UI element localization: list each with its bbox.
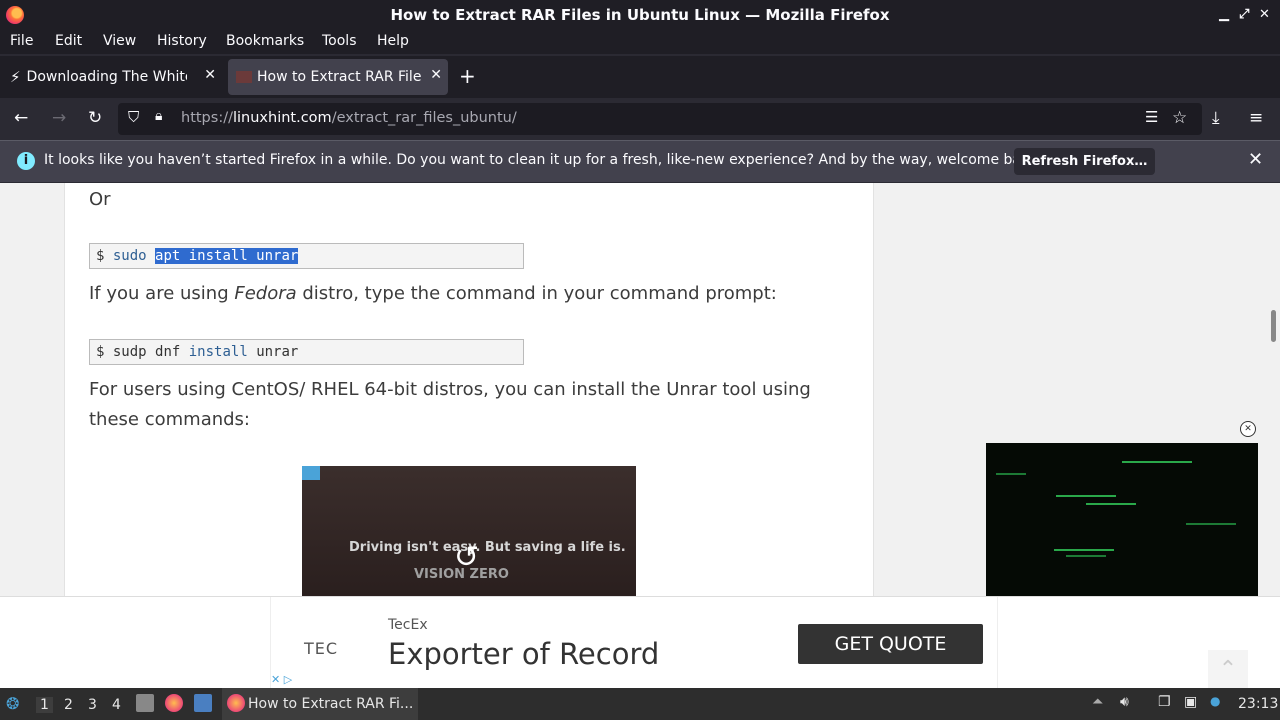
menu-help[interactable]: Help [377,33,409,49]
selected-text: apt install unrar [155,248,299,264]
page-scrollbar[interactable] [1271,310,1276,342]
reader-view-icon[interactable]: ☰ [1145,108,1158,126]
ad-badge [302,466,320,480]
scroll-to-top-button[interactable]: ⌃ [1208,650,1248,690]
close-tab-icon[interactable]: ✕ [430,67,442,83]
favicon-icon [236,71,252,83]
bottom-banner-ad: TEC TecEx Exporter of Record GET QUOTE ✕… [0,596,1280,689]
menu-history[interactable]: History [157,33,207,49]
clipboard-icon[interactable]: ❐ [1158,694,1176,712]
system-taskbar: ❂ 1 2 3 4 How to Extract RAR Fi... ⏶ 🔊︎ … [0,688,1280,720]
adchoices-icon[interactable]: ✕ ▷ [271,673,292,686]
video-ad-text: Driving isn't easy. But saving a life is… [349,540,626,555]
menu-bookmarks[interactable]: Bookmarks [226,33,304,49]
start-menu-icon[interactable]: ❂ [6,694,24,713]
downloads-icon[interactable]: ⤓ [1212,108,1220,128]
network-icon[interactable]: ▣ [1184,694,1202,712]
tab-downloading[interactable]: ⚡ Downloading The White H ✕ [4,59,222,95]
new-tab-icon[interactable]: + [459,64,476,88]
desktop-icon[interactable] [194,694,212,712]
notification-bar: i It looks like you haven’t started Fire… [0,140,1280,182]
notification-text: It looks like you haven’t started Firefo… [44,152,1043,168]
window-titlebar: How to Extract RAR Files in Ubuntu Linux… [0,0,1280,30]
bolt-icon: ⚡ [10,68,21,86]
url-text[interactable]: https://linuxhint.com/extract_rar_files_… [181,110,517,126]
firefox-task-icon [227,694,245,712]
menu-tools[interactable]: Tools [322,33,357,49]
restore-icon[interactable]: ⤢ [1239,7,1249,22]
tab-strip: ⚡ Downloading The White H ✕ How to Extra… [0,56,1280,98]
menubar: File Edit View History Bookmarks Tools H… [0,30,1280,54]
get-quote-button[interactable]: GET QUOTE [798,624,983,664]
close-window-icon[interactable]: ✕ [1259,7,1270,22]
shield-icon[interactable]: ⛉ [128,108,139,126]
paragraph-or: Or [89,189,111,210]
banner-ad[interactable]: TEC TecEx Exporter of Record GET QUOTE ✕… [270,597,998,689]
paragraph-fedora: If you are using Fedora distro, type the… [89,283,777,304]
close-notification-icon[interactable]: ✕ [1248,149,1263,170]
tray-up-icon[interactable]: ⏶ [1092,694,1110,712]
workspace-3[interactable]: 3 [88,697,97,713]
menu-edit[interactable]: Edit [55,33,82,49]
ad-brand: TecEx [388,617,428,633]
reload-icon[interactable]: ↻ [88,108,102,128]
lock-icon[interactable]: 🔒︎ [155,108,162,124]
clock: 23:13 [1238,696,1279,712]
paragraph-centos: For users using CentOS/ RHEL 64-bit dist… [89,379,811,430]
tab-extract-rar[interactable]: How to Extract RAR Files ✕ [228,59,448,95]
close-ad-icon[interactable]: ✕ [1240,421,1256,437]
refresh-firefox-button[interactable]: Refresh Firefox… [1014,148,1155,175]
side-video-ad[interactable] [986,443,1258,596]
workspace-4[interactable]: 4 [112,697,121,713]
ad-headline: Exporter of Record [388,637,660,671]
back-icon[interactable]: ← [14,108,28,128]
update-icon[interactable]: ● [1210,694,1228,712]
code-block-unrar[interactable]: $ sudo apt install unrar [89,243,524,269]
forward-icon[interactable]: → [52,108,66,128]
tab-label: Downloading The White H [26,69,187,85]
replay-icon[interactable]: ↺ [454,540,479,575]
firefox-icon [6,6,24,24]
info-icon: i [17,152,35,170]
minimize-icon[interactable]: ▁ [1219,7,1229,22]
task-label: How to Extract RAR Fi... [248,696,414,712]
firefox-launcher-icon[interactable] [165,694,183,712]
hamburger-menu-icon[interactable]: ≡ [1249,108,1263,128]
menu-view[interactable]: View [103,33,136,49]
code-block-dnf[interactable]: $ sudp dnf install unrar [89,339,524,365]
bookmark-star-icon[interactable]: ☆ [1172,108,1187,128]
close-tab-icon[interactable]: ✕ [204,67,216,83]
workspace-1[interactable]: 1 [36,697,53,713]
volume-icon[interactable]: 🔊︎ [1120,694,1138,712]
video-ad[interactable]: Driving isn't easy. But saving a life is… [302,466,636,596]
window-title: How to Extract RAR Files in Ubuntu Linux… [390,6,890,24]
tab-label: How to Extract RAR Files [257,69,421,85]
menu-file[interactable]: File [10,33,33,49]
file-manager-icon[interactable] [136,694,154,712]
ad-logo: TEC [304,639,339,658]
workspace-2[interactable]: 2 [64,697,73,713]
